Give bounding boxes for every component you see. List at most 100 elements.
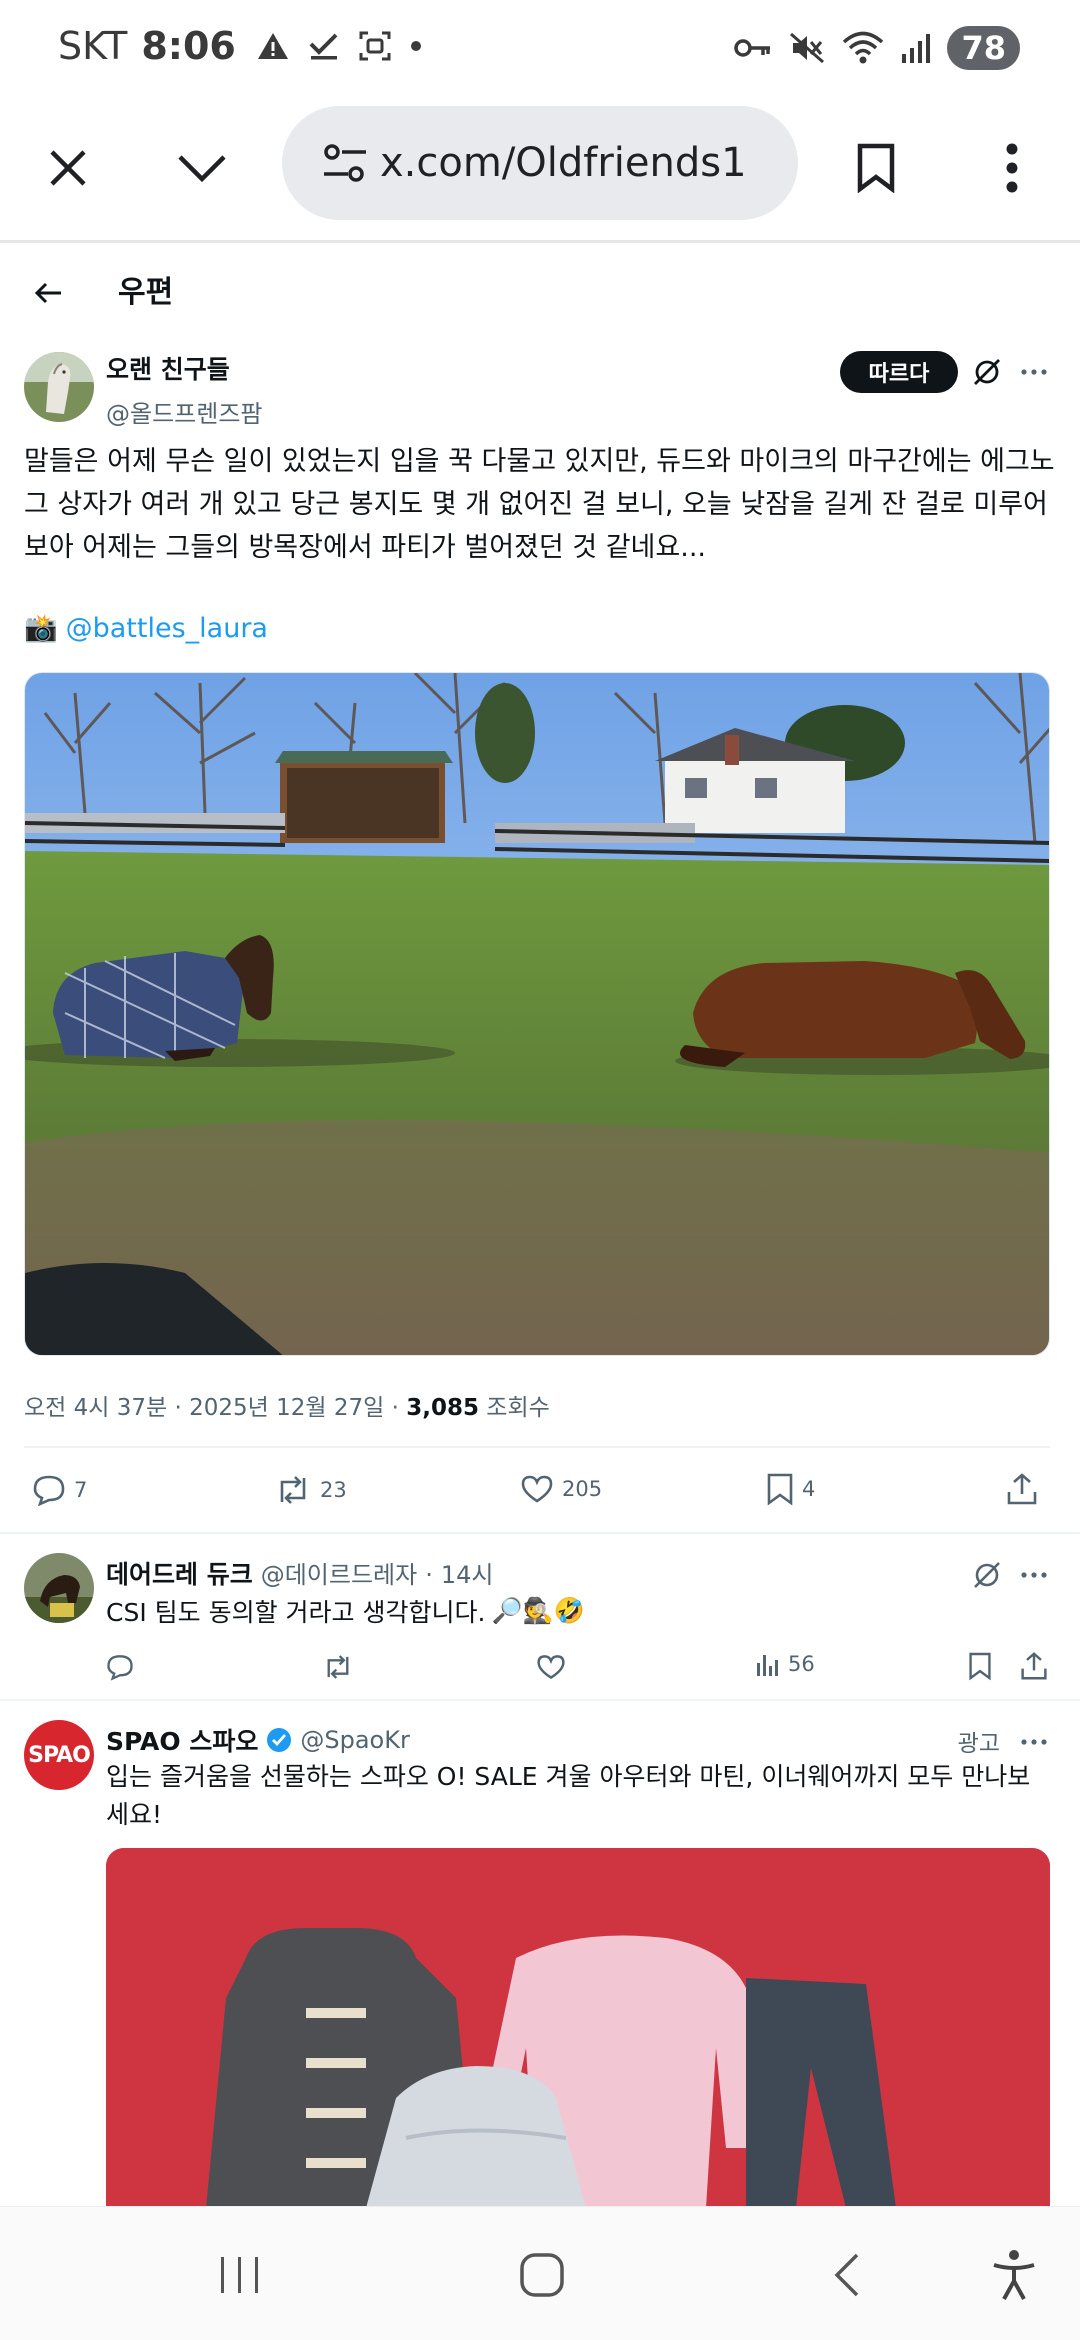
post-time: 오전 4시 37분 — [24, 1395, 168, 1421]
repost-button[interactable]: 23 — [274, 1474, 347, 1506]
reply-view-count: 56 — [788, 1652, 815, 1676]
bookmark-icon — [767, 1473, 793, 1506]
clock: 8:06 — [141, 24, 236, 68]
more-options-icon[interactable] — [1020, 1561, 1048, 1589]
dot-icon — [410, 41, 421, 51]
post-author[interactable]: 오랜 친구들 @올드프렌즈팜 — [106, 350, 262, 429]
analytics-icon — [757, 1655, 778, 1676]
share-icon — [1007, 1473, 1037, 1505]
browser-menu-button[interactable] — [968, 124, 1056, 212]
more-options-icon[interactable] — [1020, 1728, 1048, 1756]
heart-icon[interactable] — [536, 1653, 566, 1681]
accessibility-icon — [993, 2250, 1035, 2300]
key-icon — [734, 39, 771, 57]
back-nav-button[interactable] — [816, 2245, 876, 2305]
home-button[interactable] — [512, 2245, 572, 2305]
bookmark-button[interactable]: 4 — [766, 1472, 815, 1506]
repost-icon — [280, 1476, 306, 1504]
mute-icon — [790, 32, 825, 64]
url-text: x.com/Oldfriends1 — [380, 140, 747, 186]
reply-text-body: CSI 팀도 동의할 거라고 생각합니다. — [106, 1598, 486, 1627]
heart-icon — [521, 1475, 553, 1503]
camera-emoji: 📸 — [24, 613, 58, 644]
close-tab-button[interactable] — [24, 124, 112, 212]
like-button[interactable]: 205 — [520, 1474, 602, 1504]
bookmark-page-button[interactable] — [832, 124, 920, 212]
reply-views[interactable]: 56 — [756, 1651, 815, 1677]
credit-link[interactable]: @battles_laura — [66, 613, 268, 644]
comment-icon — [33, 1475, 65, 1506]
close-icon — [50, 150, 86, 186]
ad-image[interactable] — [106, 1848, 1050, 2208]
screenshot-icon — [359, 31, 391, 61]
signal-icon — [902, 34, 931, 63]
site-settings-icon — [324, 144, 366, 182]
back-nav-icon — [834, 2253, 859, 2297]
collapse-button[interactable] — [158, 124, 246, 212]
reply-action-bar: 56 — [106, 1647, 1056, 1691]
page-header: 우편 — [0, 243, 1080, 343]
ad-label: 광고 — [957, 1731, 1000, 1757]
advertiser-handle: @SpaoKr — [300, 1726, 410, 1754]
divider — [24, 1446, 1050, 1448]
advertiser-avatar[interactable]: SPAO — [24, 1720, 94, 1790]
more-vertical-icon — [1006, 143, 1018, 193]
system-navigation-bar — [0, 2206, 1080, 2340]
grok-icon[interactable] — [972, 1560, 1002, 1590]
wifi-icon — [843, 31, 884, 64]
author-handle: @올드프렌즈팜 — [106, 400, 263, 428]
post-metadata: 오전 4시 37분 · 2025년 12월 27일 · 3,085 조회수 — [24, 1395, 550, 1421]
address-bar[interactable]: x.com/Oldfriends1 — [282, 106, 798, 220]
reply-post[interactable]: 데어드레 듀크 @데이르드레자 · 14시 CSI 팀도 동의할 거라고 생각합… — [0, 1535, 1080, 1699]
photo-credit: 📸 @battles_laura — [24, 612, 268, 645]
author-avatar[interactable] — [24, 352, 94, 422]
arrow-left-icon — [34, 282, 61, 304]
recent-apps-button[interactable] — [210, 2245, 270, 2305]
horses-field-image — [25, 673, 1049, 1355]
more-options-icon[interactable] — [1020, 358, 1048, 386]
status-bar: SKT 8:06 78 — [0, 0, 1080, 100]
chevron-down-icon — [178, 155, 226, 183]
reply-author-name[interactable]: 데어드레 듀크 — [106, 1555, 253, 1591]
reply-age: 14시 — [440, 1561, 494, 1589]
recent-apps-icon — [221, 2257, 258, 2293]
carrier-label: SKT — [58, 24, 128, 68]
ad-text: 입는 즐거움을 선물하는 스파오 O! SALE 겨울 아우터와 마틴, 이너웨… — [106, 1762, 1031, 1829]
reply-button[interactable]: 7 — [32, 1474, 87, 1506]
winter-clothes-image — [106, 1848, 1050, 2208]
ad-header: SPAO 스파오 @SpaoKr — [106, 1722, 410, 1758]
reply-author-handle: @데이르드레자 — [260, 1561, 418, 1589]
reply-author-avatar[interactable] — [24, 1553, 94, 1623]
reply-header: 데어드레 듀크 @데이르드레자 · 14시 — [106, 1555, 493, 1591]
repost-icon[interactable] — [322, 1653, 354, 1681]
share-icon[interactable] — [1020, 1651, 1048, 1681]
page-title: 우편 — [118, 275, 174, 310]
bookmark-icon — [857, 143, 895, 193]
divider — [0, 1532, 1080, 1534]
accessibility-button[interactable] — [984, 2245, 1044, 2305]
bookmark-icon[interactable] — [968, 1651, 992, 1681]
post-photo[interactable] — [24, 672, 1050, 1356]
battery-indicator: 78 — [947, 26, 1020, 70]
grok-icon[interactable] — [972, 357, 1002, 387]
verified-badge-icon — [267, 1728, 292, 1752]
follow-button[interactable]: 따르다 — [840, 351, 958, 393]
bookmark-count: 4 — [802, 1477, 816, 1501]
view-label: 조회수 — [486, 1395, 550, 1421]
post-date: 2025년 12월 27일 — [189, 1395, 385, 1421]
reply-count: 7 — [74, 1478, 88, 1502]
share-button[interactable] — [1006, 1472, 1038, 1506]
advertiser-name[interactable]: SPAO 스파오 — [106, 1722, 258, 1758]
post-action-bar: 7 23 205 4 — [24, 1466, 1060, 1518]
post-text: 말들은 어제 무슨 일이 있었는지 입을 꾹 다물고 있지만, 듀드와 마이크의… — [24, 446, 1055, 563]
horse-avatar-image — [24, 352, 94, 422]
reply-text: CSI 팀도 동의할 거라고 생각합니다. 🔎🕵🤣 — [106, 1593, 585, 1629]
promoted-post[interactable]: SPAO SPAO 스파오 @SpaoKr 광고 입는 즐거움을 선물하는 스파… — [0, 1700, 1080, 2208]
comment-icon[interactable] — [106, 1653, 134, 1681]
repost-count: 23 — [320, 1478, 347, 1502]
view-count: 3,085 — [406, 1395, 479, 1421]
warning-icon — [257, 33, 288, 59]
author-name: 오랜 친구들 — [106, 355, 230, 384]
back-button[interactable] — [20, 265, 76, 321]
home-icon — [520, 2253, 564, 2297]
